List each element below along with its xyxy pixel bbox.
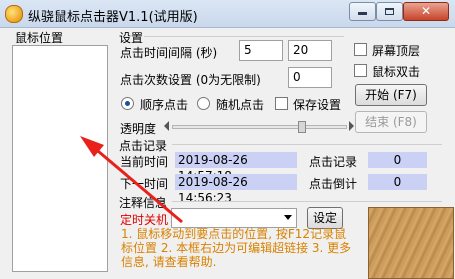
shutdown-select[interactable] <box>171 208 297 228</box>
shutdown-set-button[interactable]: 设定 <box>307 207 343 229</box>
interval-max-input[interactable]: 20 <box>288 40 332 61</box>
double-click-checkbox[interactable] <box>354 64 367 77</box>
chevron-down-icon <box>284 215 292 220</box>
topmost-label: 屏幕顶层 <box>372 44 421 58</box>
next-time-value: 2019-08-26 14:56:23 <box>175 174 297 205</box>
window-title: 纵骁鼠标点击器V1.1(试用版) <box>28 10 198 25</box>
opacity-slider-right-arrow[interactable] <box>349 121 354 131</box>
count-label: 点击次数设置 (0为无限制) <box>120 73 261 87</box>
start-button[interactable]: 开始 (F7) <box>355 84 427 106</box>
interval-label: 点击时间间隔 (秒) <box>120 46 218 60</box>
click-record-value: 0 <box>368 152 427 168</box>
maximize-icon <box>385 8 394 15</box>
app-window: 纵骁鼠标点击器V1.1(试用版) ✕ 鼠标位置 设置 点击时间间隔 (秒) 5 … <box>0 0 455 279</box>
save-settings-checkbox[interactable] <box>275 97 288 110</box>
record-divider <box>172 144 442 145</box>
interval-min-input[interactable]: 5 <box>239 40 283 61</box>
click-record-label: 点击记录 <box>309 155 358 169</box>
countdown-label: 点击倒计 <box>309 177 358 191</box>
shutdown-label: 定时关机 <box>120 213 169 227</box>
record-title: 点击记录 <box>119 139 168 153</box>
app-icon <box>5 5 23 23</box>
positions-header: 鼠标位置 <box>15 31 64 45</box>
title-bar: 纵骁鼠标点击器V1.1(试用版) ✕ <box>0 0 455 28</box>
count-input[interactable]: 0 <box>288 67 332 88</box>
opacity-slider-left-arrow[interactable] <box>164 121 169 131</box>
notes-title: 注释信息 <box>119 196 168 210</box>
settings-divider <box>144 36 344 37</box>
stop-button[interactable]: 结束 (F8) <box>355 111 427 133</box>
double-click-label: 鼠标双击 <box>372 65 421 79</box>
sequential-label: 顺序点击 <box>140 98 189 112</box>
countdown-value: 0 <box>368 174 427 190</box>
opacity-slider-thumb[interactable] <box>298 121 306 133</box>
minimize-button[interactable] <box>349 2 376 21</box>
notes-divider <box>172 201 442 202</box>
current-time-label: 当前时间 <box>120 155 169 169</box>
next-time-label: 下一时间 <box>120 177 169 191</box>
hyperlink-image[interactable] <box>368 207 454 279</box>
maximize-button[interactable] <box>376 2 403 21</box>
current-time-value: 2019-08-26 14:57:18 <box>175 152 297 183</box>
topmost-checkbox[interactable] <box>354 43 367 56</box>
random-label: 随机点击 <box>216 98 265 112</box>
help-note: 1. 鼠标移动到要点击的位置, 按F12记录鼠标位置 2. 本框右边为可编辑超链… <box>121 227 352 269</box>
sequential-radio[interactable] <box>121 97 134 110</box>
save-settings-label: 保存设置 <box>293 98 342 112</box>
close-button[interactable]: ✕ <box>403 2 449 21</box>
minimize-icon <box>358 12 367 15</box>
opacity-slider[interactable] <box>172 125 347 129</box>
positions-list[interactable] <box>12 45 108 272</box>
close-icon: ✕ <box>420 4 432 18</box>
random-radio[interactable] <box>197 97 210 110</box>
opacity-label: 透明度 <box>120 122 157 136</box>
